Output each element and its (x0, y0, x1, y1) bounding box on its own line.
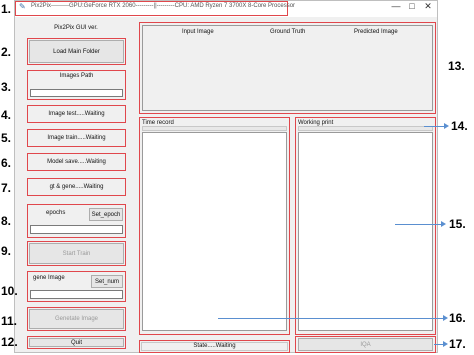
feather-icon: ✎ (19, 2, 26, 11)
image-preview-panel (142, 25, 433, 111)
minimize-icon[interactable]: — (389, 1, 403, 11)
predicted-image-header: Predicted Image (354, 29, 398, 35)
arrow-16-line (218, 318, 443, 319)
arrow-15-head-icon (441, 221, 446, 227)
annotation-1: 1. (1, 2, 12, 16)
gene-image-label: gene Image (33, 275, 65, 281)
epochs-label: epochs (46, 210, 66, 216)
annotation-12: 12. (1, 335, 18, 349)
state-status: State.....Waiting (193, 343, 236, 349)
arrow-17-head-icon (443, 341, 448, 347)
gui-version-label: Pix2Pix GUI ver. (54, 25, 98, 31)
generate-image-button[interactable]: Genetate Image (29, 309, 124, 329)
annotation-8: 8. (1, 214, 12, 228)
annotation-4: 4. (1, 108, 12, 122)
images-path-label: Images Path (59, 73, 94, 79)
annotation-7: 7. (1, 181, 12, 195)
images-path-field[interactable] (30, 89, 123, 97)
set-epoch-button[interactable]: Set_epoch (89, 208, 123, 221)
window-title: Pix2Pix---------GPU:GeForce RTX 2060----… (31, 3, 296, 9)
input-image-header: Input Image (182, 29, 214, 35)
time-record-textbox[interactable] (142, 132, 287, 331)
working-print-textbox[interactable] (298, 132, 433, 331)
arrow-14-line (424, 126, 444, 127)
model-save-status: Model save.....Waiting (47, 159, 106, 165)
annotation-5: 5. (1, 131, 12, 145)
quit-button[interactable]: Quit (29, 338, 124, 347)
annotation-16: 16. (449, 311, 466, 325)
set-num-button[interactable]: Set_num (91, 275, 123, 288)
arrow-16-head-icon (443, 315, 448, 321)
ground-truth-header: Ground Truth (270, 29, 306, 35)
annotation-6: 6. (1, 156, 12, 170)
annotation-15: 15. (449, 217, 466, 231)
time-record-scrollbar[interactable] (142, 126, 287, 131)
gt-gene-status: gt & gene.....Waiting (49, 184, 104, 190)
load-main-folder-button[interactable]: Load Main Folder (29, 40, 124, 63)
start-train-button[interactable]: Start Train (29, 243, 124, 264)
annotation-17: 17. (449, 337, 466, 351)
close-icon[interactable]: ✕ (421, 1, 435, 12)
annotation-10: 10. (1, 284, 18, 298)
annotation-2: 2. (1, 45, 12, 59)
maximize-icon[interactable]: □ (405, 1, 419, 11)
annotation-11: 11. (1, 314, 18, 328)
annotation-13: 13. (448, 59, 465, 73)
annotation-9: 9. (1, 244, 12, 258)
annotation-14: 14. (451, 119, 468, 133)
gene-image-field[interactable] (30, 290, 123, 299)
arrow-15-line (395, 224, 441, 225)
arrow-14-head-icon (444, 123, 449, 129)
epochs-field[interactable] (30, 225, 123, 234)
working-print-scrollbar[interactable] (298, 126, 433, 131)
image-train-status: Image train.....Waiting (47, 135, 106, 141)
iqa-button[interactable]: IQA (298, 338, 433, 351)
image-test-status: Image test.....Waiting (48, 111, 105, 117)
annotation-3: 3. (1, 80, 12, 94)
arrow-17-line (434, 344, 443, 345)
